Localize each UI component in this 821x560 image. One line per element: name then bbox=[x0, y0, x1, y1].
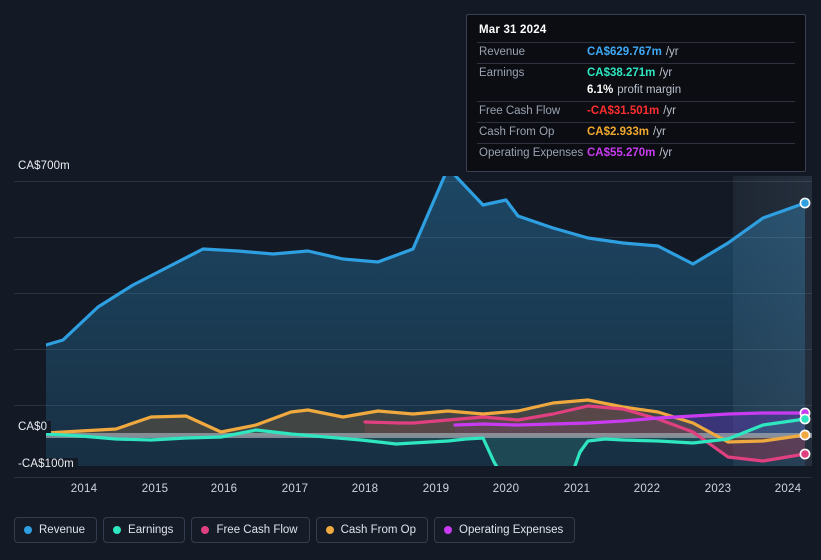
legend-dot-revenue-icon bbox=[24, 526, 32, 534]
tooltip-row-free-cash-flow: Free Cash Flow -CA$31.501m /yr bbox=[477, 101, 795, 122]
x-axis-tick-2019: 2019 bbox=[422, 483, 450, 495]
tooltip-date: Mar 31 2024 bbox=[479, 24, 547, 36]
x-axis-tick-2022: 2022 bbox=[633, 483, 661, 495]
tooltip-unit-profit-margin: profit margin bbox=[617, 84, 682, 96]
x-axis-labels: 2014 2015 2016 2017 2018 2019 2020 2021 … bbox=[0, 483, 821, 501]
tooltip-unit-earnings: /yr bbox=[659, 67, 673, 79]
x-axis-tick-2014: 2014 bbox=[70, 483, 98, 495]
legend-item-revenue[interactable]: Revenue bbox=[14, 517, 98, 543]
tooltip-label-operating-expenses: Operating Expenses bbox=[479, 147, 584, 159]
legend-label-earnings: Earnings bbox=[128, 524, 174, 536]
legend-label-operating-expenses: Operating Expenses bbox=[459, 524, 564, 536]
legend-label-cash-from-op: Cash From Op bbox=[340, 524, 417, 536]
tooltip-row-operating-expenses: Operating Expenses CA$55.270m /yr bbox=[477, 143, 795, 164]
x-axis-tick-2017: 2017 bbox=[281, 483, 309, 495]
data-tooltip: Mar 31 2024 Revenue CA$629.767m /yr Earn… bbox=[466, 14, 806, 172]
x-axis-tick-2023: 2023 bbox=[704, 483, 732, 495]
earnings-revenue-chart: CA$700m CA$0 -CA$100m 2014 2015 2016 201… bbox=[0, 0, 821, 560]
y-axis-label-top: CA$700m bbox=[18, 160, 74, 172]
tooltip-label-cash-from-op: Cash From Op bbox=[479, 126, 555, 138]
tooltip-unit-revenue: /yr bbox=[665, 46, 679, 58]
endpoint-earnings bbox=[799, 413, 811, 425]
chart-legend: Revenue Earnings Free Cash Flow Cash Fro… bbox=[14, 517, 576, 543]
tooltip-label-free-cash-flow: Free Cash Flow bbox=[479, 105, 561, 117]
tooltip-value-cash-from-op: CA$2.933m bbox=[587, 126, 650, 138]
endpoint-free-cash-flow bbox=[799, 448, 811, 460]
tooltip-value-operating-expenses: CA$55.270m bbox=[587, 147, 656, 159]
x-axis-tick-2021: 2021 bbox=[563, 483, 591, 495]
legend-label-revenue: Revenue bbox=[39, 524, 86, 536]
legend-dot-earnings-icon bbox=[113, 526, 122, 534]
y-axis-label-bottom: -CA$100m bbox=[18, 458, 78, 470]
endpoint-cash-from-op bbox=[799, 429, 811, 441]
x-axis-tick-2016: 2016 bbox=[210, 483, 238, 495]
tooltip-row-earnings: Earnings CA$38.271m /yr bbox=[477, 63, 795, 84]
tooltip-unit-cash-from-op: /yr bbox=[653, 126, 666, 138]
tooltip-label-revenue: Revenue bbox=[479, 46, 526, 58]
legend-dot-cash-from-op-icon bbox=[325, 526, 334, 534]
tooltip-label-earnings: Earnings bbox=[479, 67, 525, 79]
tooltip-value-earnings: CA$38.271m bbox=[587, 67, 656, 79]
endpoint-revenue bbox=[799, 197, 811, 209]
legend-item-operating-expenses[interactable]: Operating Expenses bbox=[434, 517, 576, 543]
y-axis-label-zero: CA$0 bbox=[18, 421, 52, 433]
tooltip-value-free-cash-flow: -CA$31.501m bbox=[587, 105, 660, 117]
legend-item-earnings[interactable]: Earnings bbox=[103, 517, 186, 543]
tooltip-row-revenue: Revenue CA$629.767m /yr bbox=[477, 42, 795, 63]
tooltip-value-revenue: CA$629.767m bbox=[587, 46, 662, 58]
tooltip-row-cash-from-op: Cash From Op CA$2.933m /yr bbox=[477, 122, 795, 143]
legend-label-free-cash-flow: Free Cash Flow bbox=[216, 524, 298, 536]
legend-dot-operating-expenses-icon bbox=[444, 526, 453, 534]
tooltip-unit-free-cash-flow: /yr bbox=[663, 105, 677, 117]
legend-item-free-cash-flow[interactable]: Free Cash Flow bbox=[191, 517, 310, 543]
x-axis-tick-2018: 2018 bbox=[351, 483, 379, 495]
legend-dot-free-cash-flow-icon bbox=[201, 526, 210, 534]
legend-item-cash-from-op[interactable]: Cash From Op bbox=[315, 517, 429, 543]
x-axis-tick-2020: 2020 bbox=[492, 483, 520, 495]
tooltip-unit-operating-expenses: /yr bbox=[659, 147, 673, 159]
tooltip-row-profit-margin: 6.1% profit margin bbox=[477, 84, 795, 101]
x-axis-tick-2024: 2024 bbox=[774, 483, 802, 495]
x-axis-tick-2015: 2015 bbox=[141, 483, 169, 495]
tooltip-value-profit-margin: 6.1% bbox=[587, 84, 614, 96]
